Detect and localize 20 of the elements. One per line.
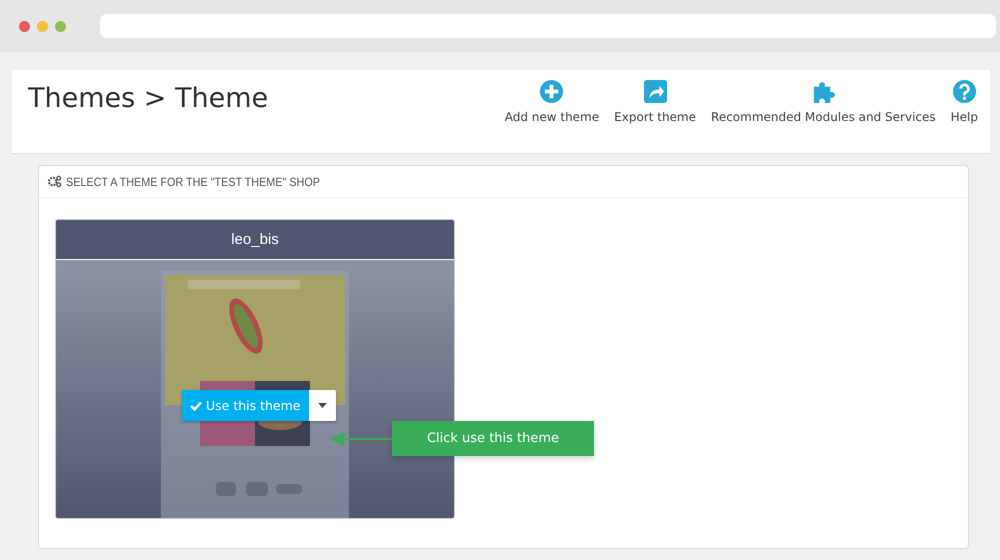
- cogs-icon: [47, 175, 62, 188]
- check-icon: [190, 400, 202, 410]
- dropdown-button[interactable]: [308, 390, 336, 421]
- close-dot[interactable]: [19, 20, 30, 32]
- toolbar-link[interactable]: Help: [950, 79, 978, 153]
- maximize-dot[interactable]: [55, 20, 66, 32]
- add-icon: [539, 79, 564, 104]
- address-bar[interactable]: [100, 14, 996, 38]
- theme-name: leo_bis: [231, 231, 279, 248]
- toolbar-link[interactable]: Add new theme: [504, 79, 600, 153]
- toolbar-link[interactable]: Recommended Modules and Services: [711, 79, 936, 153]
- page-title: Themes > Theme: [28, 83, 268, 116]
- callout: Click use this theme: [392, 421, 594, 456]
- caret-icon: [318, 403, 326, 408]
- panel-title: SELECT A THEME FOR THE "TEST THEME" SHOP: [66, 174, 320, 188]
- help-icon: [952, 79, 977, 104]
- share-icon: [642, 79, 668, 104]
- minimize-dot[interactable]: [37, 20, 48, 32]
- arrow: [331, 433, 395, 445]
- toolbar-link[interactable]: Export theme: [614, 79, 696, 153]
